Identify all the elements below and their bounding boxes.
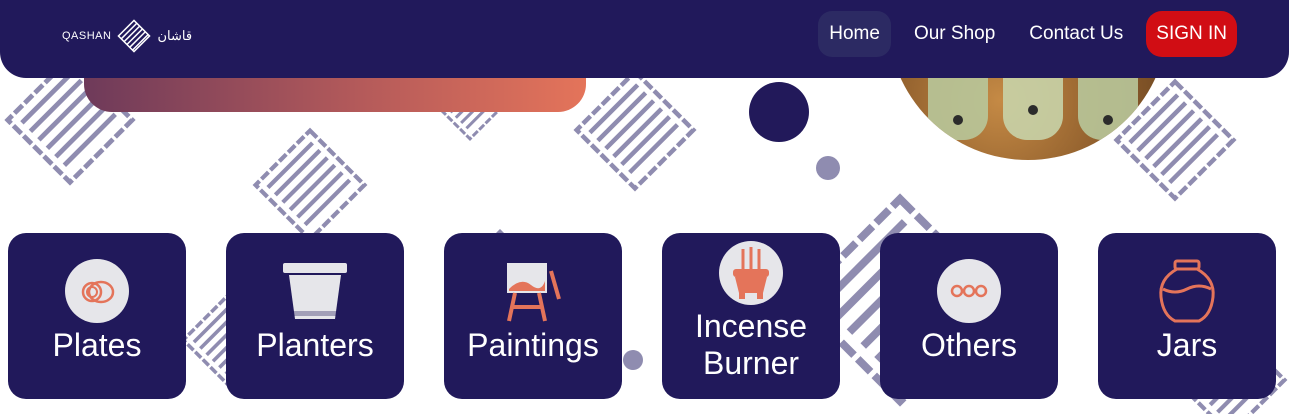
nav-our-shop[interactable]: Our Shop xyxy=(903,11,1006,57)
incense-burner-icon xyxy=(719,241,783,305)
nav-contact-us[interactable]: Contact Us xyxy=(1018,11,1134,57)
category-card-plates[interactable]: Plates xyxy=(8,233,186,399)
sign-in-button[interactable]: SIGN IN xyxy=(1146,11,1237,57)
logo-text-arabic: قاشان xyxy=(157,28,193,43)
nav-home[interactable]: Home xyxy=(818,11,891,57)
site-logo[interactable]: QASHAN قاشان xyxy=(62,16,192,56)
category-label: Jars xyxy=(1156,327,1218,363)
jar-icon xyxy=(1159,259,1215,323)
planter-icon xyxy=(283,263,347,319)
easel-icon xyxy=(507,263,561,322)
main-nav: Home Our Shop Contact Us SIGN IN xyxy=(806,11,1237,57)
category-label: Plates xyxy=(52,327,142,363)
category-label: Others xyxy=(920,327,1018,363)
plates-icon xyxy=(65,259,129,323)
category-card-others[interactable]: Others xyxy=(880,233,1058,399)
category-card-incense-burner[interactable]: Incense Burner xyxy=(662,233,840,399)
category-label: Planters xyxy=(256,327,374,363)
category-card-planters[interactable]: Planters xyxy=(226,233,404,399)
more-icon xyxy=(937,259,1001,323)
logo-text-latin: QASHAN xyxy=(62,30,112,42)
category-card-paintings[interactable]: Paintings xyxy=(444,233,622,399)
category-label: Paintings xyxy=(467,327,599,363)
category-label-line1: Incense xyxy=(694,308,808,344)
category-card-jars[interactable]: Jars xyxy=(1098,233,1276,399)
category-label-line2: Burner xyxy=(702,345,800,381)
top-navbar: QASHAN قاشان Home Our Shop Contact Us SI… xyxy=(0,0,1289,78)
logo-mark-icon xyxy=(117,19,152,53)
